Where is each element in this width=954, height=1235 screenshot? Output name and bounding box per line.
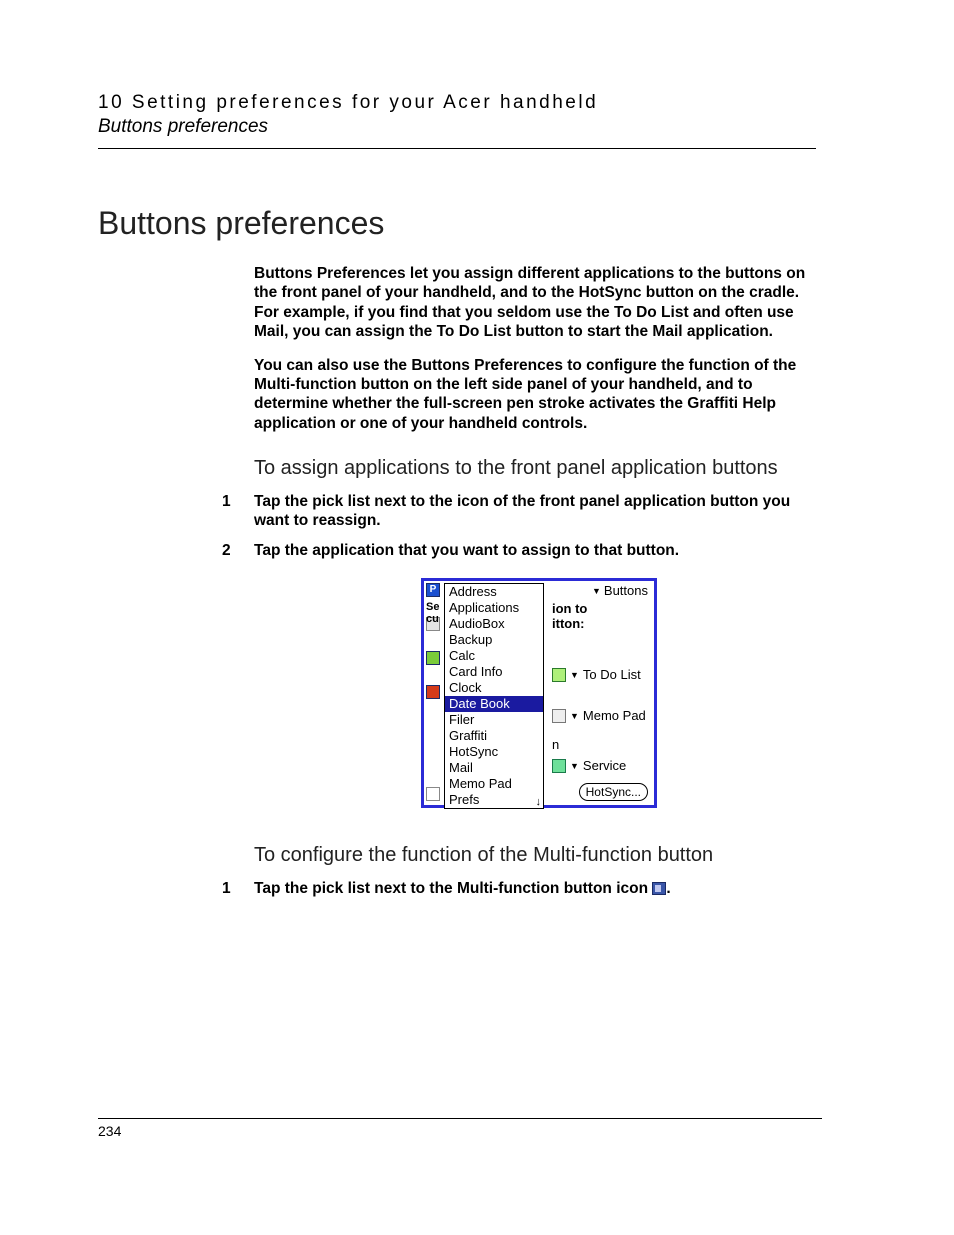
memopad-icon	[552, 709, 566, 723]
step-1: 1 Tap the pick list next to the Multi-fu…	[254, 879, 824, 898]
obscured-text: Se cu	[426, 601, 439, 625]
picker-label: To Do List	[583, 667, 641, 682]
chevron-down-icon: ▼	[570, 761, 579, 771]
multifunction-button-icon	[652, 882, 666, 895]
running-title: 10 Setting preferences for your Acer han…	[98, 92, 816, 114]
step-2: 2 Tap the application that you want to a…	[254, 541, 824, 560]
obscured-text: itton:	[552, 616, 652, 631]
picklist-item-address[interactable]: Address	[445, 584, 543, 600]
service-icon	[552, 759, 566, 773]
picklist-item-applications[interactable]: Applications	[445, 600, 543, 616]
picklist-item-prefs[interactable]: Prefs	[445, 792, 543, 808]
picklist-item-calc[interactable]: Calc	[445, 648, 543, 664]
picklist-item-backup[interactable]: Backup	[445, 632, 543, 648]
button-assign-service[interactable]: ▼ Service	[552, 758, 652, 773]
picker-label: Service	[583, 758, 626, 773]
step-number: 2	[222, 541, 254, 560]
intro-para-1: Buttons Preferences let you assign diffe…	[254, 264, 824, 342]
section-heading-multifunction: To configure the function of the Multi-f…	[254, 844, 824, 867]
address-icon	[426, 651, 440, 665]
picklist-item-clock[interactable]: Clock	[445, 680, 543, 696]
picklist-item-audiobox[interactable]: AudioBox	[445, 616, 543, 632]
step-1: 1 Tap the pick list next to the icon of …	[254, 492, 824, 531]
step-number: 1	[222, 879, 254, 898]
screenshot-buttons-prefs: ▼ Buttons P Se cu Address Applications	[421, 578, 657, 808]
button-assign-todolist[interactable]: ▼ To Do List	[552, 667, 652, 682]
steps-list-2: 1 Tap the pick list next to the Multi-fu…	[254, 879, 824, 898]
hotsync-button[interactable]: HotSync...	[579, 783, 648, 801]
picklist-item-filer[interactable]: Filer	[445, 712, 543, 728]
step-number: 1	[222, 492, 254, 531]
picker-label: Memo Pad	[583, 708, 646, 723]
chevron-down-icon: ▼	[592, 586, 601, 596]
picklist-item-graffiti[interactable]: Graffiti	[445, 728, 543, 744]
step-text: Tap the pick list next to the Multi-func…	[254, 879, 824, 898]
running-subtitle: Buttons preferences	[98, 116, 816, 138]
step-text: Tap the pick list next to the icon of th…	[254, 492, 824, 531]
page-heading: Buttons preferences	[98, 205, 816, 242]
application-picklist[interactable]: Address Applications AudioBox Backup Cal…	[444, 583, 544, 809]
header-rule	[98, 148, 816, 149]
intro-para-2: You can also use the Buttons Preferences…	[254, 356, 824, 434]
todolist-icon	[552, 668, 566, 682]
todo-icon	[426, 685, 440, 699]
prefs-p-icon: P	[426, 583, 440, 597]
page-number: 234	[98, 1118, 822, 1139]
section-heading-assign: To assign applications to the front pane…	[254, 457, 824, 480]
scroll-down-icon[interactable]: ↓	[536, 796, 542, 808]
picklist-item-cardinfo[interactable]: Card Info	[445, 664, 543, 680]
chevron-down-icon: ▼	[570, 711, 579, 721]
obscured-text: n	[552, 737, 652, 752]
step-text: Tap the application that you want to ass…	[254, 541, 824, 560]
steps-list-1: 1 Tap the pick list next to the icon of …	[254, 492, 824, 560]
button-assign-memopad[interactable]: ▼ Memo Pad	[552, 708, 652, 723]
obscured-text: ion to	[552, 601, 652, 616]
memo-icon	[426, 787, 440, 801]
picklist-item-hotsync[interactable]: HotSync	[445, 744, 543, 760]
picklist-item-memopad[interactable]: Memo Pad	[445, 776, 543, 792]
chevron-down-icon: ▼	[570, 670, 579, 680]
picklist-item-datebook[interactable]: Date Book	[445, 696, 543, 712]
prefs-category-label: Buttons	[604, 583, 648, 598]
prefs-category-picker[interactable]: ▼ Buttons	[592, 583, 648, 598]
picklist-item-mail[interactable]: Mail	[445, 760, 543, 776]
